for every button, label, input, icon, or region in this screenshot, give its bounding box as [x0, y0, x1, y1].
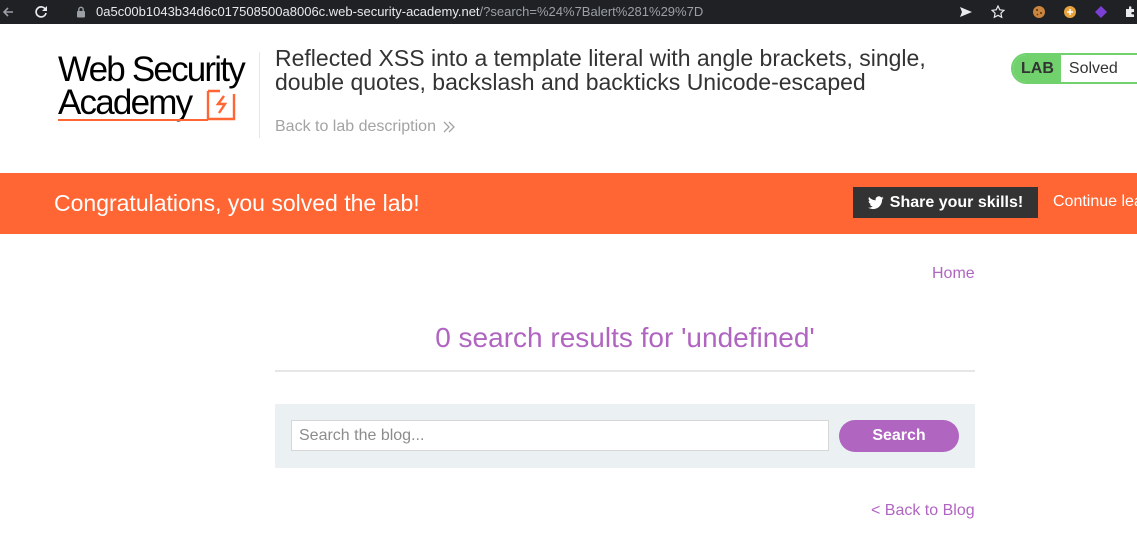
back-to-lab-description-label: Back to lab description	[275, 118, 436, 135]
banner-message: Congratulations, you solved the lab!	[54, 190, 420, 216]
double-chevron-right-icon	[443, 121, 455, 133]
shield-extension-icon[interactable]	[1092, 0, 1110, 24]
address-bar[interactable]: 0a5c00b1043b34d6c017508500a8006c.web-sec…	[96, 3, 703, 21]
heading-divider	[275, 370, 975, 372]
logo-line1: Web Security	[58, 50, 246, 89]
lab-badge-label: LAB	[1013, 55, 1061, 82]
lab-badge-status: Solved	[1068, 59, 1118, 77]
cookie-icon[interactable]	[1030, 0, 1048, 24]
solved-banner: Congratulations, you solved the lab! Sha…	[0, 173, 1137, 234]
twitter-icon	[867, 195, 884, 209]
star-icon[interactable]	[988, 0, 1008, 24]
continue-learning-link[interactable]: Continue learning	[1053, 193, 1137, 211]
puzzle-icon[interactable]	[1122, 0, 1137, 24]
search-input[interactable]	[291, 420, 829, 451]
search-results-heading: 0 search results for 'undefined'	[435, 322, 815, 353]
browser-toolbar: 0a5c00b1043b34d6c017508500a8006c.web-sec…	[0, 0, 1137, 24]
extension-icon[interactable]	[1061, 0, 1079, 24]
home-link[interactable]: Home	[932, 265, 975, 283]
share-skills-button[interactable]: Share your skills!	[853, 187, 1038, 218]
back-to-blog-link[interactable]: < Back to Blog	[871, 502, 975, 520]
share-skills-label: Share your skills!	[889, 193, 1024, 211]
lock-icon[interactable]	[74, 0, 88, 24]
back-arrow-icon[interactable]	[0, 0, 16, 24]
lab-status-badge: LAB Solved	[1011, 53, 1137, 84]
header-divider	[259, 52, 260, 138]
web-security-academy-logo[interactable]: Web Security Academy	[56, 50, 256, 126]
search-form: Search	[275, 404, 975, 468]
lab-title: Reflected XSS into a template literal wi…	[275, 45, 926, 95]
url-query: /?search=%24%7Balert%281%29%7D	[479, 4, 704, 19]
logo-underline	[58, 119, 208, 121]
search-button[interactable]: Search	[839, 420, 959, 452]
logo-bolt-icon	[206, 89, 236, 121]
reload-icon[interactable]	[32, 0, 50, 24]
back-to-lab-description-link[interactable]: Back to lab description	[275, 118, 456, 136]
url-host: 0a5c00b1043b34d6c017508500a8006c.web-sec…	[96, 4, 480, 19]
send-icon[interactable]	[957, 0, 975, 24]
logo-line2: Academy	[58, 83, 193, 122]
